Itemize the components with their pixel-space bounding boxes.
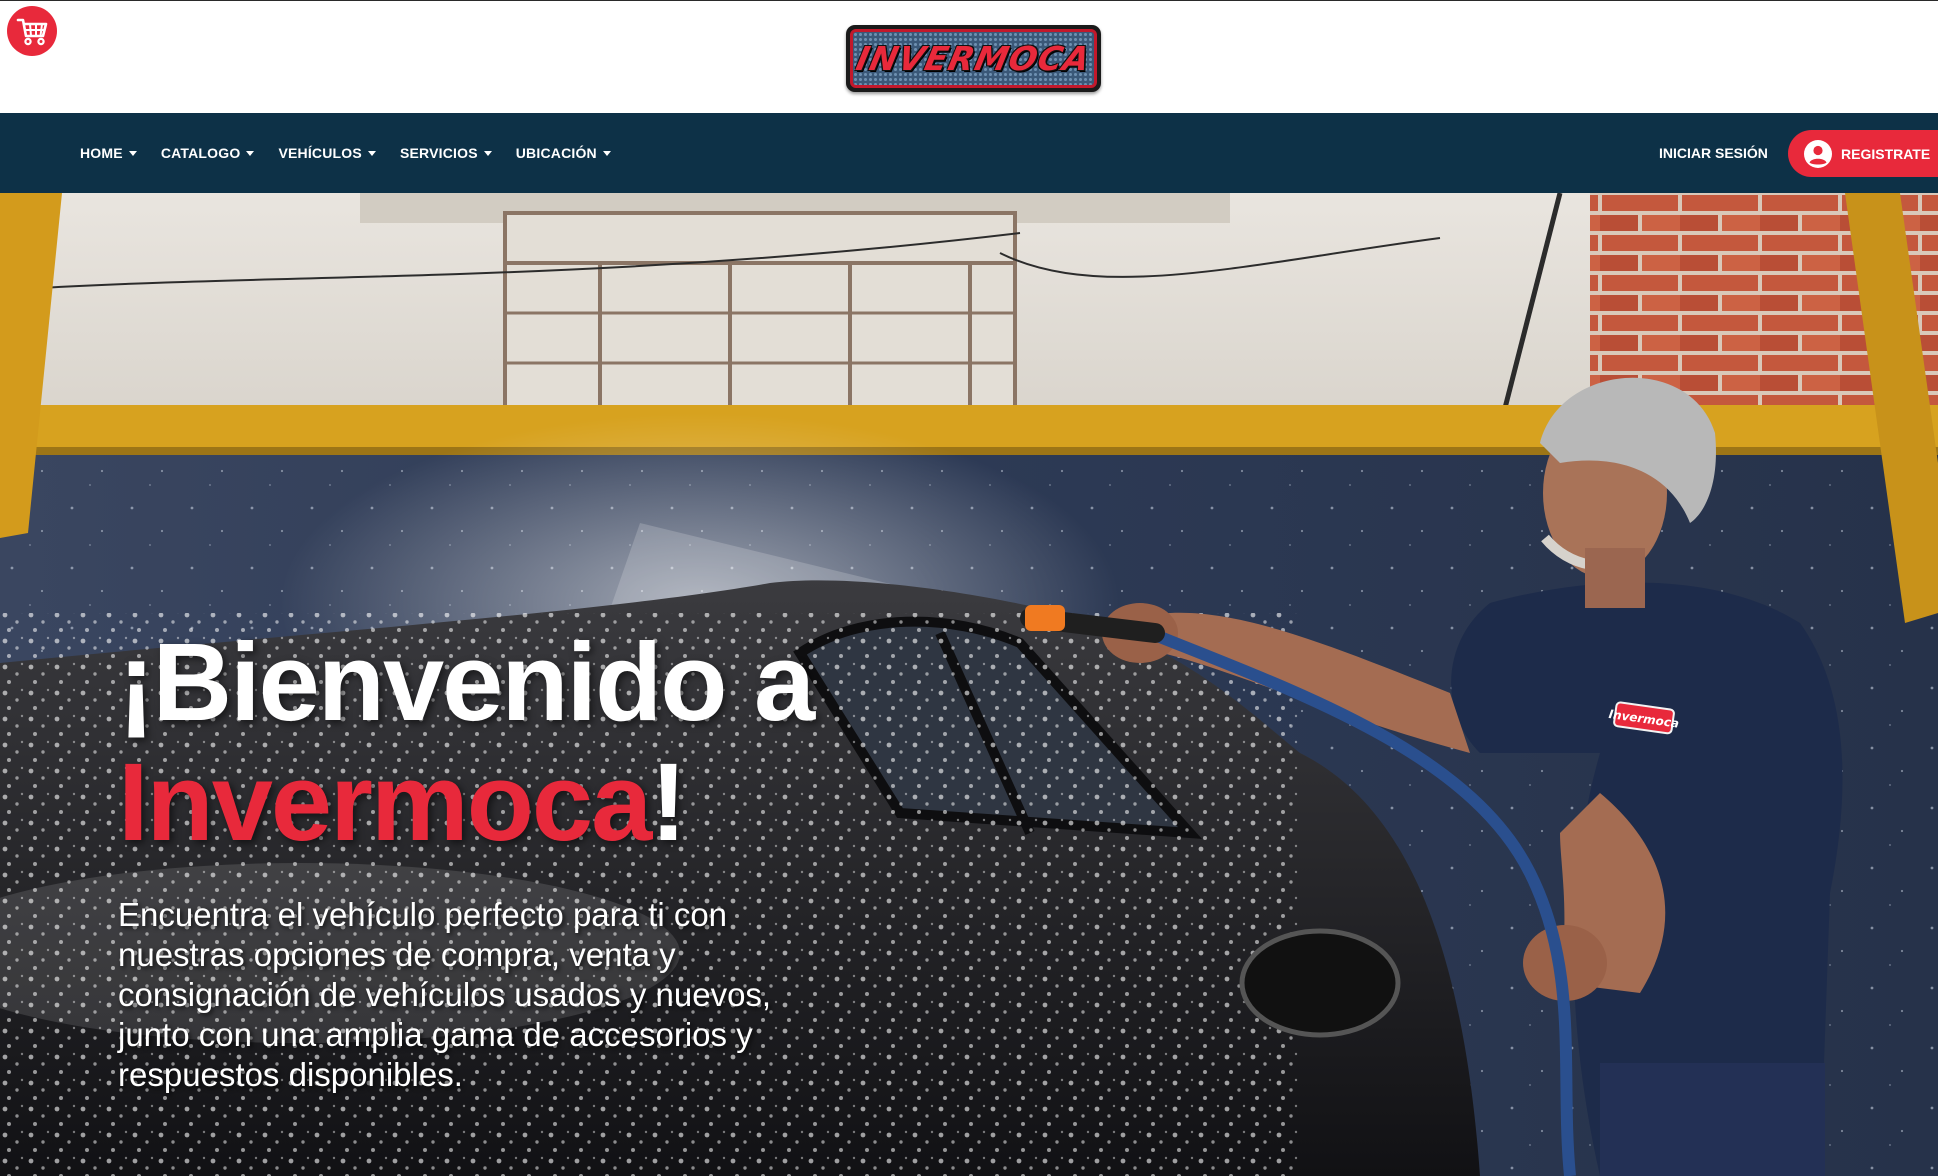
nav-item-home[interactable]: HOME: [80, 145, 137, 161]
site-logo[interactable]: INVERMOCA: [846, 25, 1101, 92]
hero-title: ¡Bienvenido a Invermoca!: [118, 623, 1218, 863]
nav-item-label: SERVICIOS: [399, 145, 478, 161]
nav-item-servicios[interactable]: SERVICIOS: [400, 145, 492, 161]
caret-down-icon: [483, 150, 492, 156]
register-button[interactable]: REGISTRATE: [1788, 130, 1938, 177]
main-navbar: HOME CATALOGO VEHÍCULOS SERVICIOS UBICAC…: [0, 113, 1938, 193]
caret-down-icon: [246, 150, 255, 156]
nav-item-vehiculos[interactable]: VEHÍCULOS: [278, 145, 376, 161]
nav-item-ubicacion[interactable]: UBICACIÓN: [516, 145, 611, 161]
nav-item-label: HOME: [80, 145, 123, 161]
caret-down-icon: [367, 150, 376, 156]
caret-down-icon: [128, 150, 137, 156]
nav-item-label: VEHÍCULOS: [278, 145, 362, 161]
user-circle-icon: [1804, 139, 1832, 168]
hero-title-brand: Invermoca: [118, 741, 652, 864]
hero-title-end: !: [650, 741, 687, 864]
hero-description: Encuentra el vehículo perfecto para ti c…: [118, 896, 772, 1093]
logo-text: INVERMOCA: [852, 39, 1095, 78]
hero-copy: ¡Bienvenido a Invermoca! Encuentra el ve…: [118, 623, 1218, 1095]
caret-down-icon: [602, 150, 611, 156]
hero-title-line1: ¡Bienvenido a: [118, 621, 815, 744]
nav-item-label: CATALOGO: [160, 145, 241, 161]
login-link[interactable]: INICIAR SESIÓN: [1659, 113, 1768, 193]
register-label: REGISTRATE: [1841, 145, 1931, 162]
shopping-basket-icon: [16, 18, 48, 46]
nav-item-catalogo[interactable]: CATALOGO: [161, 145, 255, 161]
logo-plate: INVERMOCA: [850, 29, 1097, 88]
top-bar: INVERMOCA: [0, 0, 1938, 113]
nav-item-label: UBICACIÓN: [515, 145, 597, 161]
hero-section: Invermoca ¡Bienvenido a Invermoca! Encue…: [0, 193, 1938, 1176]
cart-button[interactable]: [7, 6, 57, 56]
nav-menu: HOME CATALOGO VEHÍCULOS SERVICIOS UBICAC…: [80, 113, 611, 193]
